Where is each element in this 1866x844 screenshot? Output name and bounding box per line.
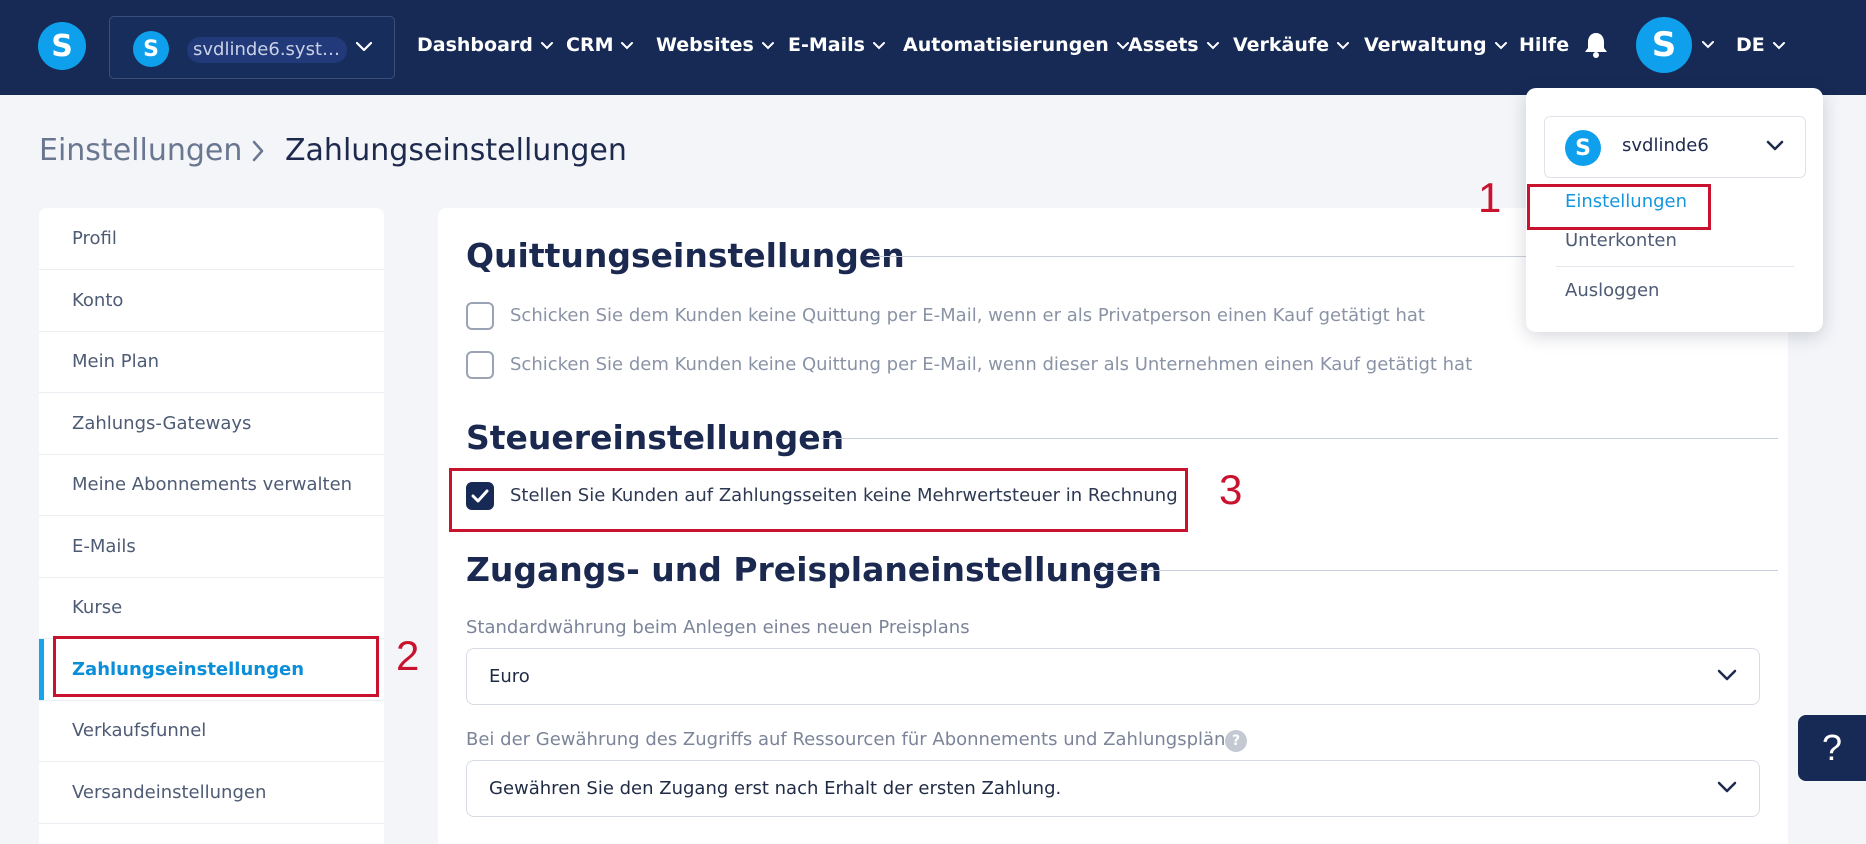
chevron-down-icon <box>355 41 373 52</box>
nav-sales[interactable]: Verkäufe <box>1233 30 1350 60</box>
sidebar-item-courses[interactable]: Kurse <box>39 577 384 639</box>
chevron-down-icon <box>1206 41 1219 49</box>
chevron-down-icon <box>621 41 634 49</box>
language-label: DE <box>1736 34 1765 56</box>
receipt-business-label: Schicken Sie dem Kunden keine Quittung p… <box>510 354 1473 375</box>
chevron-down-icon <box>1717 669 1737 681</box>
account-logo-letter: S <box>1575 135 1591 161</box>
currency-value: Euro <box>489 666 530 687</box>
sidebar-item-account[interactable]: Konto <box>39 270 384 332</box>
annotation-number-2: 2 <box>396 632 420 679</box>
sidebar-item-my-plan[interactable]: Mein Plan <box>39 331 384 393</box>
nav-crm-label: CRM <box>566 34 614 56</box>
nav-assets-label: Assets <box>1128 34 1199 56</box>
nav-crm[interactable]: CRM <box>566 30 634 60</box>
account-logo: S <box>133 31 169 67</box>
chevron-down-icon[interactable] <box>1702 41 1714 49</box>
nav-automations-label: Automatisierungen <box>903 34 1109 56</box>
account-selector-name: svdlinde6.syst… <box>187 37 347 63</box>
app-logo-letter: S <box>51 28 73 64</box>
nav-administration-label: Verwaltung <box>1364 34 1487 56</box>
section-divider <box>1096 570 1778 571</box>
annotation-number-3: 3 <box>1219 466 1243 513</box>
menu-divider <box>1556 266 1794 267</box>
nav-help[interactable]: Hilfe <box>1519 30 1569 60</box>
info-icon[interactable]: ? <box>1225 730 1247 752</box>
sidebar-item-payment-gateways[interactable]: Zahlungs-Gateways <box>39 393 384 455</box>
section-divider <box>821 438 1778 439</box>
nav-automations[interactable]: Automatisierungen <box>903 30 1129 60</box>
user-menu-account-selector[interactable]: S svdlinde6 <box>1544 116 1806 178</box>
top-navigation-bar: S S svdlinde6.syst… Dashboard CRM Websit… <box>0 0 1866 95</box>
nav-dashboard-label: Dashboard <box>417 34 533 56</box>
menu-item-subaccounts[interactable]: Unterkonten <box>1565 230 1677 251</box>
tax-settings-title: Steuereinstellungen <box>466 418 845 457</box>
breadcrumb-parent[interactable]: Einstellungen <box>39 133 242 168</box>
language-selector[interactable]: DE <box>1736 30 1785 60</box>
receipt-business-checkbox[interactable] <box>466 351 494 379</box>
user-menu-account-name: svdlinde6 <box>1622 135 1709 156</box>
nav-emails-label: E-Mails <box>788 34 865 56</box>
chevron-down-icon <box>1717 781 1737 793</box>
sidebar-item-shipping-settings[interactable]: Versandeinstellungen <box>39 762 384 824</box>
chevron-down-icon <box>761 41 774 49</box>
chevron-right-icon <box>252 140 264 162</box>
nav-administration[interactable]: Verwaltung <box>1364 30 1507 60</box>
chevron-down-icon <box>1772 41 1785 49</box>
receipt-private-label: Schicken Sie dem Kunden keine Quittung p… <box>510 305 1425 326</box>
bell-icon[interactable] <box>1583 31 1609 59</box>
annotation-box-vat-option <box>449 468 1188 532</box>
settings-sidebar: Profil Konto Mein Plan Zahlungs-Gateways… <box>39 208 384 844</box>
sidebar-item-emails[interactable]: E-Mails <box>39 516 384 578</box>
access-value: Gewähren Sie den Zugang erst nach Erhalt… <box>489 778 1062 799</box>
receipt-private-checkbox[interactable] <box>466 302 494 330</box>
chevron-down-icon <box>1494 41 1507 49</box>
nav-help-label: Hilfe <box>1519 34 1570 56</box>
help-button[interactable]: ? <box>1798 715 1866 781</box>
sidebar-item-sales-funnel[interactable]: Verkaufsfunnel <box>39 700 384 762</box>
receipt-settings-title: Quittungseinstellungen <box>466 236 905 275</box>
chevron-down-icon <box>872 41 885 49</box>
access-select[interactable]: Gewähren Sie den Zugang erst nach Erhalt… <box>466 760 1760 817</box>
nav-assets[interactable]: Assets <box>1128 30 1219 60</box>
annotation-number-1: 1 <box>1478 174 1502 221</box>
sidebar-item-profile[interactable]: Profil <box>39 208 384 270</box>
breadcrumb-current: Zahlungseinstellungen <box>285 133 627 168</box>
currency-select[interactable]: Euro <box>466 648 1760 705</box>
account-logo: S <box>1565 130 1601 166</box>
chevron-down-icon <box>1337 41 1350 49</box>
nav-dashboard[interactable]: Dashboard <box>417 30 553 60</box>
chevron-down-icon <box>1766 140 1784 151</box>
nav-sales-label: Verkäufe <box>1233 34 1330 56</box>
access-settings-title: Zugangs- und Preisplaneinstellungen <box>466 550 1162 589</box>
access-label: Bei der Gewährung des Zugriffs auf Resso… <box>466 729 1237 750</box>
nav-websites[interactable]: Websites <box>656 30 774 60</box>
account-selector[interactable]: S svdlinde6.syst… <box>109 16 395 79</box>
account-logo-letter: S <box>143 36 159 62</box>
chevron-down-icon <box>540 41 553 49</box>
annotation-box-settings <box>1527 184 1711 230</box>
currency-label: Standardwährung beim Anlegen eines neuen… <box>466 617 970 638</box>
annotation-box-payment-settings <box>53 636 379 697</box>
sidebar-item-manage-subscriptions[interactable]: Meine Abonnements verwalten <box>39 454 384 516</box>
user-avatar[interactable]: S <box>1636 17 1692 73</box>
chevron-down-icon <box>1116 41 1129 49</box>
nav-websites-label: Websites <box>656 34 754 56</box>
user-avatar-letter: S <box>1651 25 1677 65</box>
nav-emails[interactable]: E-Mails <box>788 30 885 60</box>
app-logo[interactable]: S <box>38 22 86 70</box>
menu-item-logout[interactable]: Ausloggen <box>1565 280 1659 301</box>
